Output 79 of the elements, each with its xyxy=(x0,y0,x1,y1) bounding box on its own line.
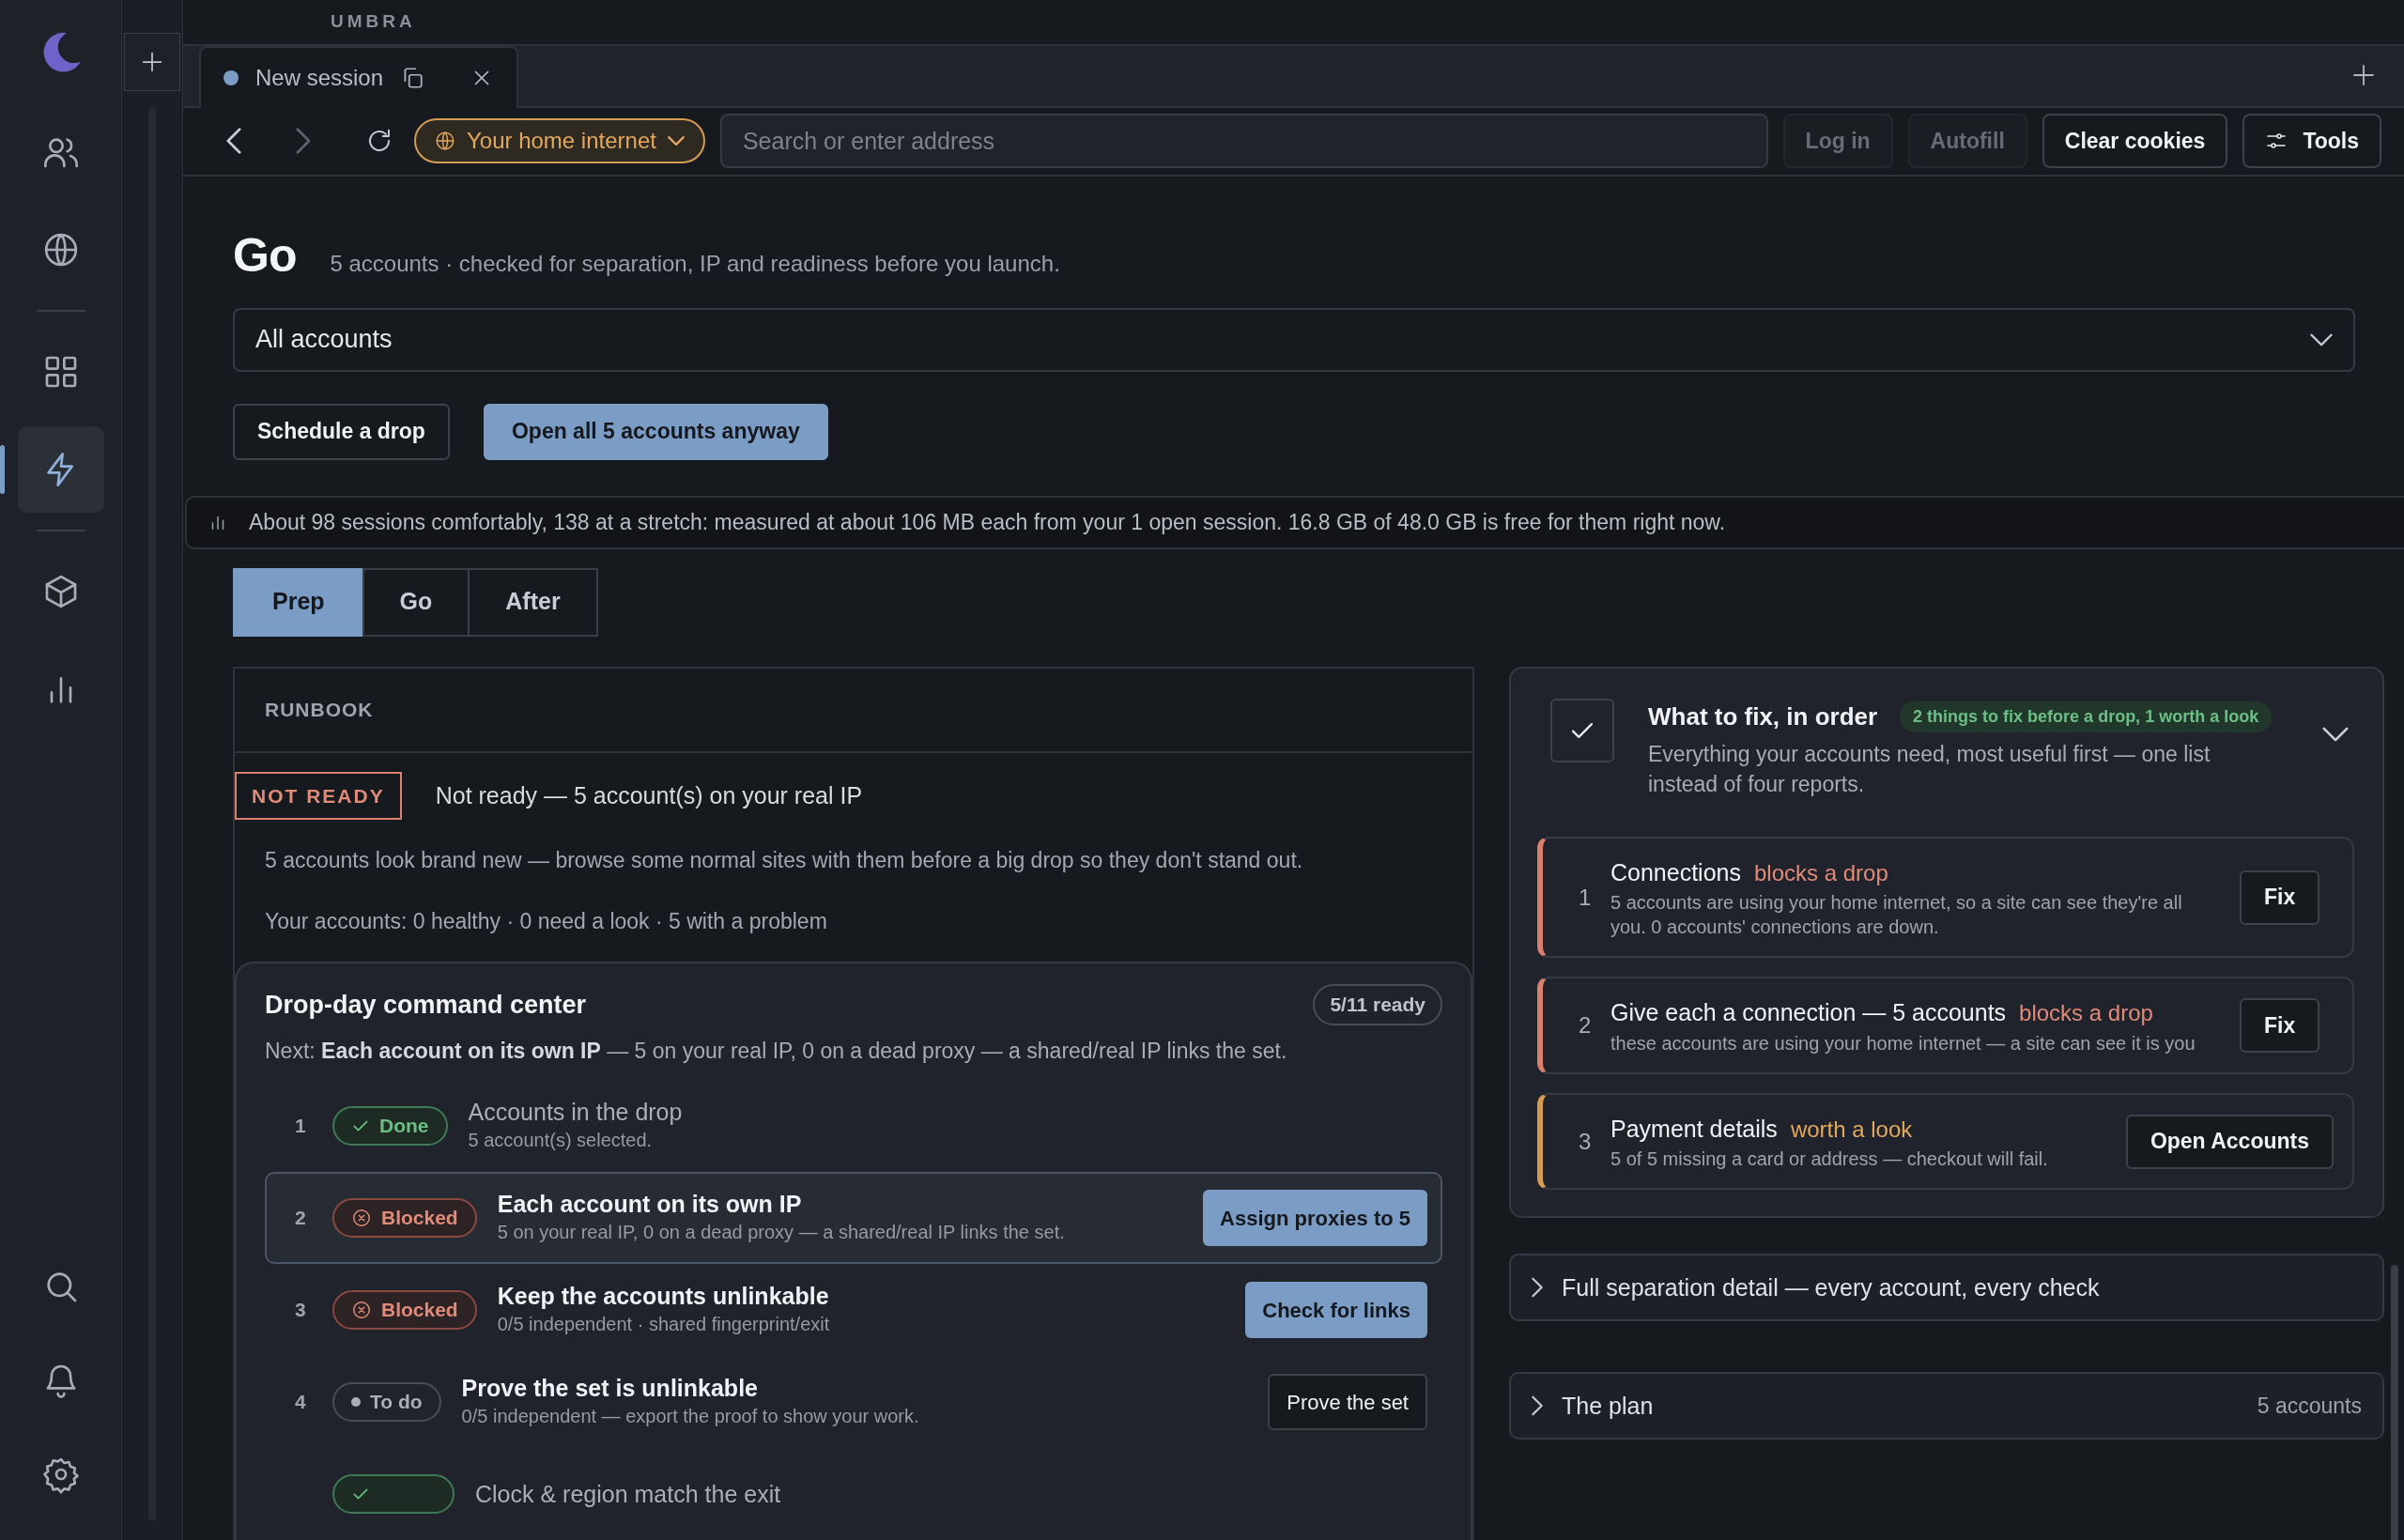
add-button[interactable] xyxy=(124,33,180,91)
tab-title: New session xyxy=(255,63,384,92)
phase-tab[interactable]: Prep xyxy=(233,567,364,637)
chevron-down-icon xyxy=(2322,726,2349,742)
next-step-text: Next: Each account on its own IP — 5 on your real IP, 0 on a dead proxy — a shared/real IP links the set. xyxy=(265,1037,1288,1065)
step-status-badge: Blocked xyxy=(332,1198,477,1238)
dot-icon xyxy=(351,1397,361,1407)
step-status-badge: Done xyxy=(332,1106,448,1146)
x-circle-icon xyxy=(351,1300,372,1320)
summary-badge: 2 things to fix before a drop, 1 worth a look xyxy=(1900,701,2273,732)
step-number: 2 xyxy=(295,1206,307,1231)
item-number: 3 xyxy=(1579,1127,1592,1156)
app-name: UMBRA xyxy=(331,10,416,34)
action-button[interactable]: Schedule a drop xyxy=(233,403,450,460)
progress-pill: 5/11 ready xyxy=(1313,984,1442,1025)
item-number: 2 xyxy=(1579,1011,1592,1040)
step-detail: 0/5 independent — export the proof to show your work. xyxy=(461,1405,920,1428)
chevron-right-icon xyxy=(1532,1277,1543,1299)
x-circle-icon xyxy=(351,1208,372,1228)
card-description: Everything your accounts need, most useful first — one list instead of four reports. xyxy=(1648,740,2211,798)
item-title: Give each a connection — 5 accounts xyxy=(1610,999,2007,1026)
step-status-badge: Blocked xyxy=(332,1290,477,1330)
step-detail: 5 on your real IP, 0 on a dead proxy — a shared/real IP links the set. xyxy=(497,1221,1066,1244)
step-action-button[interactable]: Check for links xyxy=(1245,1282,1427,1338)
status-text: Not ready — 5 account(s) on your real IP xyxy=(435,780,863,810)
proxy-dropdown[interactable]: Your home internet xyxy=(414,118,705,164)
step-action-button[interactable]: Prove the set xyxy=(1268,1374,1427,1430)
runbook-note: 5 accounts look brand new — browse some normal sites with them before a big drop so they don't stand out. xyxy=(264,847,1304,874)
phase-tab[interactable]: Go xyxy=(362,567,470,637)
item-title: Connections xyxy=(1610,858,1741,886)
step-action-button[interactable]: Assign proxies to 5 xyxy=(1203,1190,1427,1246)
step-title: Keep the accounts unlinkable xyxy=(497,1282,830,1310)
item-title: Payment details xyxy=(1610,1115,1778,1142)
address-field[interactable]: Search or enter address xyxy=(719,114,1768,169)
action-button[interactable]: Open all 5 accounts anyway xyxy=(483,403,828,460)
item-detail: 5 accounts are using your home internet, so a site can see they're all you. 0 accounts' connections are down. xyxy=(1610,891,2183,940)
step-number: 4 xyxy=(295,1390,307,1415)
item-number: 1 xyxy=(1579,883,1592,912)
toolbar-button[interactable]: Clear cookies xyxy=(2042,114,2228,169)
section-heading: RUNBOOK xyxy=(265,697,374,722)
globe-icon xyxy=(435,131,455,152)
caret-icon xyxy=(667,136,685,146)
fix-button[interactable]: Fix xyxy=(2240,998,2320,1054)
chevron-down-icon xyxy=(2310,332,2333,346)
severity-tag: blocks a drop xyxy=(2019,1000,2153,1026)
back-icon xyxy=(226,128,241,155)
item-detail: 5 of 5 missing a card or address — checkout will fail. xyxy=(1610,1147,2049,1172)
step-status-badge: To do xyxy=(332,1382,441,1422)
item-detail: these accounts are using your home internet — a site can see it is you xyxy=(1610,1031,2196,1055)
account-select[interactable]: All accounts xyxy=(233,307,2355,372)
forward-icon xyxy=(296,128,311,155)
page-title: Go xyxy=(233,227,297,284)
step-title: Each account on its own IP xyxy=(497,1190,803,1218)
collapsible-section[interactable]: The plan 5 accounts xyxy=(1509,1372,2384,1440)
phase-tab[interactable]: After xyxy=(468,567,598,637)
collapsible-section[interactable]: Full separation detail — every account, every check xyxy=(1509,1254,2384,1322)
fix-button[interactable]: Fix xyxy=(2240,870,2320,925)
chevron-right-icon xyxy=(1532,1395,1543,1417)
capacity-text: About 98 sessions comfortably, 138 at a stretch: measured at about 106 MB each from your 1 open session. 16.8 GB of 48.0 GB is free for them right now. xyxy=(249,508,1726,536)
severity-tag: worth a look xyxy=(1790,1116,1913,1142)
card-title: What to fix, in order xyxy=(1648,701,1878,732)
step-number: 3 xyxy=(295,1298,307,1323)
status-badge: NOT READY xyxy=(235,771,402,820)
step-detail: 5 account(s) selected. xyxy=(468,1129,654,1152)
fix-button[interactable]: Open Accounts xyxy=(2125,1114,2334,1169)
page-subtitle: 5 accounts · checked for separation, IP and readiness before you launch. xyxy=(330,249,1060,278)
severity-tag: blocks a drop xyxy=(1754,859,1888,886)
section-meta: 5 accounts xyxy=(2257,1393,2362,1421)
scrollbar[interactable] xyxy=(2391,1264,2398,1540)
card-title: Drop-day command center xyxy=(265,989,587,1021)
toolbar-button[interactable]: Tools xyxy=(2242,114,2381,169)
settings-icon xyxy=(41,1455,80,1493)
step-title: Prove the set is unlinkable xyxy=(461,1374,759,1402)
step-title: Accounts in the drop xyxy=(468,1098,684,1126)
browser-tab[interactable]: New session xyxy=(199,45,518,108)
runbook-note: Your accounts: 0 healthy · 0 need a look · 5 with a problem xyxy=(264,907,828,935)
step-title: Clock & region match the exit xyxy=(475,1480,782,1508)
step-detail: 0/5 independent · shared fingerprint/exit xyxy=(497,1313,831,1336)
step-number: 1 xyxy=(295,1114,307,1139)
